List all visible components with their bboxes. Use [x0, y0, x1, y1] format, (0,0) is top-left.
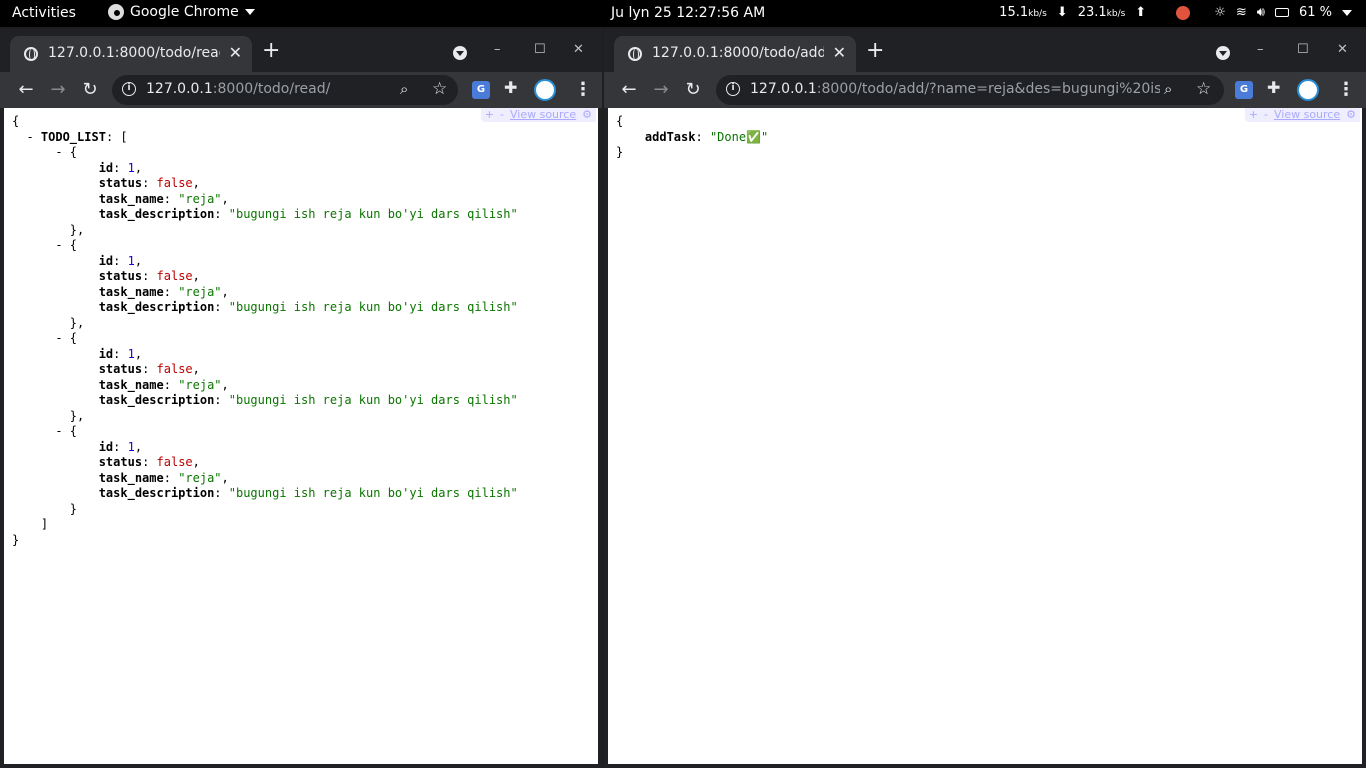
- page-content: + - View source ⚙ { - TODO_LIST: [ - { i…: [4, 108, 598, 764]
- url-text[interactable]: 127.0.0.1:8000/todo/read/: [146, 81, 396, 97]
- url-text[interactable]: 127.0.0.1:8000/todo/add/?name=reja&des=b…: [750, 81, 1160, 97]
- extensions-puzzle-icon[interactable]: ✚: [1267, 78, 1285, 97]
- forward-button[interactable]: →: [649, 78, 673, 102]
- right-browser-window: 127.0.0.1:8000/todo/add/ ✕ + – ☐ ✕ ← → ↻…: [604, 29, 1366, 768]
- zoom-icon[interactable]: ⌕: [400, 80, 408, 98]
- address-bar[interactable]: i 127.0.0.1:8000/todo/add/?name=reja&des…: [716, 75, 1224, 105]
- bookmark-star-icon[interactable]: ☆: [1196, 79, 1211, 99]
- close-tab-icon[interactable]: ✕: [229, 43, 242, 62]
- browser-toolbar: ← → ↻ i 127.0.0.1:8000/todo/read/ ⌕ ☆ G …: [0, 72, 602, 108]
- view-source-link[interactable]: View source: [510, 108, 576, 122]
- system-top-bar: Activities Google Chrome Ju lyn 25 12:27…: [0, 0, 1366, 27]
- chevron-down-icon: [244, 9, 255, 15]
- translate-extension-icon[interactable]: G: [1235, 81, 1253, 99]
- clock[interactable]: Ju lyn 25 12:27:56 AM: [611, 5, 765, 21]
- page-content: + - View source ⚙ { addTask: "Done✅" }: [608, 108, 1362, 764]
- wifi-icon: ≋: [1235, 5, 1247, 20]
- json-viewer: { addTask: "Done✅" }: [616, 114, 769, 159]
- info-icon[interactable]: i: [726, 82, 740, 96]
- json-viewer: { - TODO_LIST: [ - { id: 1, status: fals…: [12, 114, 518, 547]
- tab-todo-add[interactable]: 127.0.0.1:8000/todo/add/ ✕: [614, 36, 856, 72]
- left-browser-window: 127.0.0.1:8000/todo/read/ ✕ + – ☐ ✕ ← → …: [0, 29, 602, 768]
- app-menu[interactable]: Google Chrome: [108, 4, 255, 20]
- menu-kebab-icon[interactable]: ⋮: [574, 78, 592, 102]
- back-button[interactable]: ←: [617, 78, 641, 102]
- maximize-button[interactable]: ☐: [1297, 42, 1309, 57]
- net-down-speed: 15.1kb/s: [999, 5, 1047, 20]
- new-tab-button[interactable]: +: [262, 40, 280, 62]
- chevron-down-icon: [1342, 9, 1352, 16]
- gear-icon[interactable]: ⚙: [1346, 108, 1356, 122]
- reload-button[interactable]: ↻: [681, 78, 705, 102]
- tab-search-icon[interactable]: [1216, 46, 1230, 60]
- battery-icon: [1274, 8, 1289, 17]
- tab-title: 127.0.0.1:8000/todo/read/: [48, 45, 220, 61]
- close-window-button[interactable]: ✕: [1337, 42, 1348, 57]
- zoom-icon[interactable]: ⌕: [1164, 80, 1172, 98]
- minimize-button[interactable]: –: [1257, 42, 1264, 57]
- json-viewer-toolbar: + - View source ⚙: [1244, 108, 1360, 122]
- battery-percent: 61 %: [1298, 5, 1332, 20]
- net-up-speed: 23.1kb/s: [1077, 5, 1126, 20]
- close-tab-icon[interactable]: ✕: [833, 43, 846, 62]
- info-icon[interactable]: i: [122, 82, 136, 96]
- brightness-icon: ☼: [1214, 5, 1226, 20]
- activities-button[interactable]: Activities: [12, 5, 76, 21]
- app-name: Google Chrome: [130, 4, 239, 20]
- tab-title: 127.0.0.1:8000/todo/add/: [652, 45, 824, 61]
- browser-toolbar: ← → ↻ i 127.0.0.1:8000/todo/add/?name=re…: [604, 72, 1366, 108]
- minimize-button[interactable]: –: [494, 42, 501, 57]
- maximize-button[interactable]: ☐: [534, 42, 546, 57]
- system-tray[interactable]: 15.1kb/s ⬇ 23.1kb/s ⬆ ☼ ≋ 🔊︎ 61 %: [999, 5, 1352, 20]
- profile-avatar[interactable]: [1297, 79, 1319, 101]
- collapse-all-button[interactable]: -: [1264, 108, 1268, 122]
- upload-arrow-icon: ⬆: [1135, 5, 1147, 20]
- address-bar[interactable]: i 127.0.0.1:8000/todo/read/ ⌕ ☆: [112, 75, 458, 105]
- json-key: addTask: [644, 129, 696, 144]
- translate-extension-icon[interactable]: G: [472, 81, 490, 99]
- forward-button[interactable]: →: [46, 78, 70, 102]
- tab-strip: 127.0.0.1:8000/todo/read/ ✕ + – ☐ ✕: [0, 29, 602, 72]
- download-arrow-icon: ⬇: [1056, 5, 1068, 20]
- extensions-puzzle-icon[interactable]: ✚: [504, 78, 522, 97]
- chrome-icon: [108, 4, 124, 20]
- globe-icon: [628, 47, 642, 61]
- close-window-button[interactable]: ✕: [573, 42, 584, 57]
- json-string-value: "Done✅": [709, 129, 769, 144]
- tab-strip: 127.0.0.1:8000/todo/add/ ✕ + – ☐ ✕: [604, 29, 1366, 72]
- gear-icon[interactable]: ⚙: [582, 108, 592, 122]
- expand-all-button[interactable]: +: [1249, 108, 1258, 122]
- tab-search-icon[interactable]: [453, 46, 467, 60]
- bookmark-star-icon[interactable]: ☆: [432, 79, 447, 99]
- back-button[interactable]: ←: [14, 78, 38, 102]
- reload-button[interactable]: ↻: [78, 78, 102, 102]
- tab-todo-read[interactable]: 127.0.0.1:8000/todo/read/ ✕: [10, 36, 252, 72]
- view-source-link[interactable]: View source: [1274, 108, 1340, 122]
- notification-icon[interactable]: [1176, 5, 1191, 20]
- menu-kebab-icon[interactable]: ⋮: [1337, 78, 1355, 102]
- globe-icon: [24, 47, 38, 61]
- new-tab-button[interactable]: +: [866, 40, 884, 62]
- volume-icon: 🔊︎: [1256, 5, 1265, 20]
- profile-avatar[interactable]: [534, 79, 556, 101]
